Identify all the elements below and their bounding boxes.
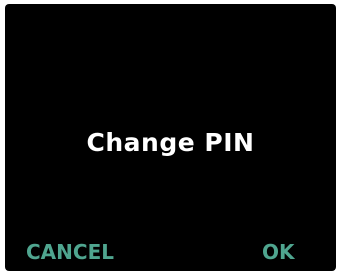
cancel-button[interactable]: CANCEL [26, 240, 114, 264]
device-screen: Change PIN CANCEL OK [5, 4, 336, 271]
ok-button[interactable]: OK [262, 240, 295, 264]
screen-title: Change PIN [86, 128, 255, 157]
